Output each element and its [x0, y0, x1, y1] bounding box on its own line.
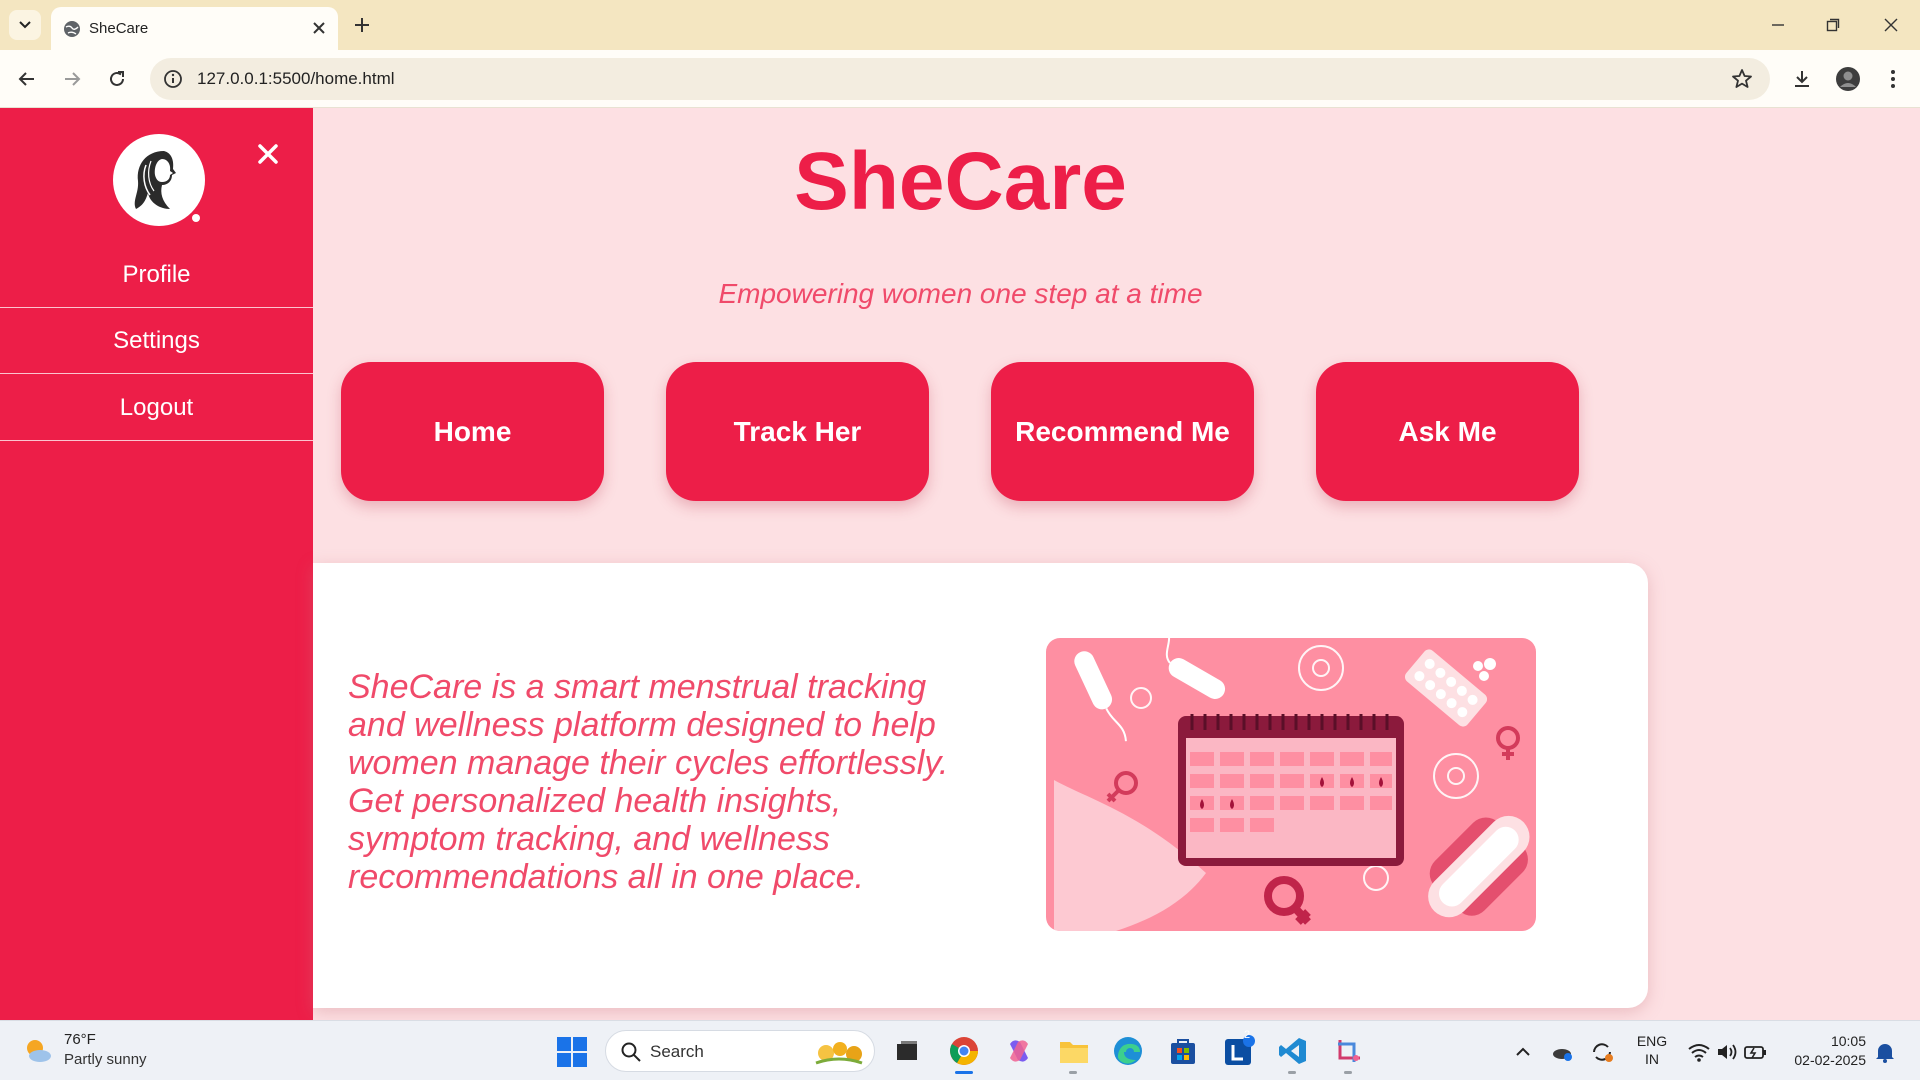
info-description: SheCare is a smart menstrual tracking an… — [348, 668, 949, 896]
profile-avatar-icon — [1836, 67, 1860, 91]
browser-toolbar: 127.0.0.1:5500/home.html — [0, 50, 1920, 108]
browser-menu-button[interactable] — [1877, 63, 1909, 95]
page-tagline: Empowering women one step at a time — [718, 278, 1203, 309]
copilot-icon — [1010, 1040, 1028, 1062]
tab-title: SheCare — [89, 20, 149, 37]
minimize-button[interactable] — [1763, 10, 1793, 40]
chevron-up-icon[interactable] — [1510, 1039, 1536, 1065]
close-icon — [1884, 18, 1898, 32]
back-arrow-icon — [18, 72, 34, 86]
chrome-icon — [950, 1037, 978, 1065]
nav-card-recommend-me[interactable]: Recommend Me — [991, 362, 1254, 501]
page-viewport: Profile Settings Logout SheCare Empoweri… — [0, 108, 1920, 1020]
reload-button[interactable] — [102, 64, 132, 94]
profile-button[interactable] — [1832, 63, 1864, 95]
store-icon — [1171, 1039, 1195, 1064]
close-icon — [313, 22, 325, 34]
folder-icon — [1060, 1042, 1088, 1063]
bell-icon[interactable] — [1872, 1039, 1898, 1065]
snipping-tool-icon — [1338, 1040, 1360, 1062]
kebab-menu-icon — [1891, 70, 1895, 88]
downloads-button[interactable] — [1786, 63, 1818, 95]
windows-taskbar: 76°F Partly sunny Search 2 ENG IN 10:05 … — [0, 1020, 1920, 1080]
weather-description[interactable]: Partly sunny — [64, 1051, 147, 1068]
plus-icon — [355, 18, 369, 32]
back-button[interactable] — [12, 64, 42, 94]
nav-card-ask-me[interactable]: Ask Me — [1316, 362, 1579, 501]
star-icon[interactable] — [1730, 67, 1754, 91]
taskbar-edge[interactable] — [1109, 1032, 1147, 1070]
forward-button[interactable] — [57, 64, 87, 94]
url-text[interactable]: 127.0.0.1:5500/home.html — [197, 69, 395, 89]
taskbar-store[interactable] — [1164, 1032, 1202, 1070]
sidebar-item-settings[interactable]: Settings — [0, 308, 313, 374]
address-bar[interactable]: 127.0.0.1:5500/home.html — [150, 58, 1770, 100]
clock-time: 10:05 — [1830, 1033, 1866, 1049]
language-code: ENG — [1636, 1033, 1668, 1049]
browser-tab[interactable]: SheCare — [51, 7, 338, 50]
maximize-icon — [1826, 18, 1840, 32]
sidebar-item-profile[interactable]: Profile — [0, 242, 313, 308]
page-title: SheCare — [794, 136, 1127, 227]
download-icon — [1795, 71, 1809, 87]
notification-badge: 2 — [1243, 1029, 1251, 1041]
taskbar-search-label: Search — [650, 1042, 704, 1061]
taskbar-snipping-tool[interactable] — [1330, 1032, 1368, 1070]
taskbar-chrome[interactable] — [945, 1032, 983, 1070]
site-info-icon[interactable] — [162, 68, 184, 90]
avatar[interactable] — [113, 134, 205, 226]
taskbar-search[interactable]: Search — [605, 1030, 875, 1072]
reload-icon — [110, 71, 124, 86]
taskbar-copilot[interactable] — [1000, 1032, 1038, 1070]
clock-date: 02-02-2025 — [1794, 1052, 1866, 1068]
tab-close-button[interactable] — [312, 17, 326, 39]
nav-card-track-her[interactable]: Track Her — [666, 362, 929, 501]
close-icon — [258, 144, 278, 164]
edge-icon — [1114, 1037, 1142, 1065]
onedrive-icon[interactable] — [1549, 1039, 1575, 1065]
task-view-button[interactable] — [888, 1032, 926, 1070]
vscode-running-indicator — [1288, 1071, 1296, 1074]
language-indicator[interactable]: ENG IN — [1636, 1032, 1668, 1068]
window-close-button[interactable] — [1876, 10, 1906, 40]
language-region: IN — [1645, 1051, 1659, 1067]
browser-tab-bar: SheCare — [0, 0, 1920, 50]
nav-card-home[interactable]: Home — [341, 362, 604, 501]
maximize-button[interactable] — [1818, 10, 1848, 40]
avatar-status-dot — [192, 214, 200, 222]
tab-search-button[interactable] — [9, 10, 41, 40]
snipping-running-indicator — [1344, 1071, 1352, 1074]
sync-icon[interactable] — [1589, 1039, 1615, 1065]
battery-icon[interactable] — [1742, 1039, 1768, 1065]
minimize-icon — [1772, 24, 1784, 26]
search-highlight-art — [815, 1042, 863, 1065]
explorer-running-indicator — [1069, 1071, 1077, 1074]
sidebar-close-button[interactable] — [256, 142, 280, 166]
taskbar-clock[interactable]: 10:05 02-02-2025 — [1786, 1032, 1866, 1070]
weather-temperature[interactable]: 76°F — [64, 1031, 96, 1048]
forward-arrow-icon — [65, 72, 81, 86]
info-card: SheCare is a smart menstrual tracking an… — [313, 563, 1648, 1008]
wifi-icon[interactable] — [1686, 1039, 1712, 1065]
windows-start-icon[interactable] — [556, 1036, 588, 1068]
search-icon — [621, 1042, 641, 1062]
task-view-icon — [897, 1041, 917, 1060]
weather-icon[interactable] — [22, 1035, 54, 1067]
sidebar: Profile Settings Logout — [0, 108, 313, 1020]
chrome-active-indicator — [955, 1071, 973, 1074]
woman-silhouette-icon — [134, 151, 176, 209]
taskbar-l-app[interactable] — [1220, 1032, 1258, 1070]
volume-icon[interactable] — [1714, 1039, 1740, 1065]
vscode-icon — [1279, 1038, 1306, 1064]
sidebar-item-logout[interactable]: Logout — [0, 375, 313, 441]
tab-search-icon — [19, 21, 31, 29]
new-tab-button[interactable] — [354, 9, 370, 39]
globe-icon — [64, 21, 80, 37]
taskbar-vscode[interactable] — [1274, 1032, 1312, 1070]
taskbar-file-explorer[interactable] — [1055, 1032, 1093, 1070]
menstrual-calendar-illustration — [1046, 638, 1536, 931]
